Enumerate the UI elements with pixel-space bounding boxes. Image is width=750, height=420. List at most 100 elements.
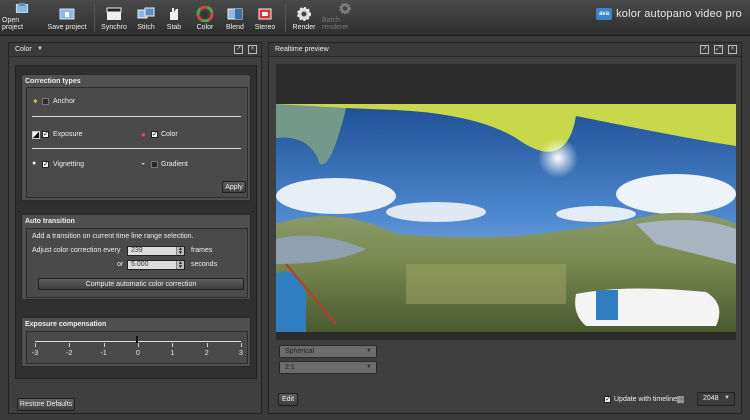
close-panel-icon[interactable]: × [248, 45, 257, 54]
update-with-timeline-checkbox[interactable]: ✓ [604, 396, 611, 403]
batch-gear-icon [339, 2, 351, 15]
toolbar-separator [94, 4, 95, 32]
correction-types-title: Correction types [25, 78, 81, 85]
restore-defaults-button[interactable]: Restore Defaults [17, 398, 75, 411]
gradient-icon: ◒ [141, 160, 146, 167]
grid-icon[interactable]: ▦ [676, 394, 685, 405]
projection-select[interactable]: Spherical ▼ [279, 345, 377, 358]
color-wheel-icon [196, 6, 214, 22]
stab-label: Stab [166, 24, 182, 31]
brand-name: kolor autopano video pro [616, 8, 742, 20]
open-project-label: Open project [2, 17, 24, 31]
adjust-every-label: Adjust color correction every [32, 247, 121, 254]
slider-tick-mark [69, 343, 71, 347]
toolbar-separator [285, 4, 286, 32]
chevron-down-icon: ▼ [366, 348, 372, 354]
color-checkbox[interactable]: ✓ [151, 131, 158, 138]
stitch-button[interactable]: Stitch [133, 2, 159, 34]
preview-viewport[interactable] [276, 64, 736, 340]
chevron-down-icon: ▼ [366, 364, 372, 370]
panorama-preview-image [276, 104, 736, 340]
vignetting-icon: ● [32, 160, 37, 167]
render-button[interactable]: Render [291, 2, 317, 34]
apply-button[interactable]: Apply [222, 181, 246, 193]
slider-tick-label: 2 [204, 350, 209, 357]
main-toolbar: Open project Save project Synchro Stitch… [0, 0, 750, 36]
brand: ava kolor autopano video pro [596, 8, 742, 20]
edit-button[interactable]: Edit [278, 393, 298, 406]
stitch-icon [137, 7, 155, 19]
synchro-button[interactable]: Synchro [100, 2, 128, 34]
color-dots-icon: ● [141, 130, 146, 139]
vignetting-checkbox[interactable]: ✓ [42, 161, 49, 168]
slider-tick-label: -2 [66, 350, 73, 357]
color-panel-title: Color [15, 46, 32, 53]
resolution-value: 2048 [703, 395, 719, 402]
save-project-label: Save project [47, 24, 87, 31]
update-with-timeline-label: Update with timeline [614, 396, 678, 403]
gradient-label: Gradient [161, 161, 188, 168]
frames-spinbox[interactable]: 239 ▲ ▼ [127, 246, 185, 256]
compute-color-correction-button[interactable]: Compute automatic color correction [38, 278, 244, 290]
batch-renderer-button[interactable]: Batch renderer [322, 2, 368, 34]
exposure-slider-track[interactable] [35, 341, 241, 342]
projection-value: Spherical [285, 348, 315, 355]
maximize-panel-icon[interactable]: ⤢ [714, 45, 723, 54]
ratio-value: 2:1 [285, 364, 295, 371]
preview-panel-header-icons: ↗ ⤢ × [700, 45, 737, 54]
auto-transition-inner: Add a transition on current time line ra… [26, 228, 248, 298]
open-project-icon [15, 2, 29, 13]
chevron-down-icon: ▼ [724, 395, 730, 401]
open-project-button[interactable]: Open project [2, 2, 42, 34]
or-label: or [117, 261, 124, 268]
save-project-icon [59, 8, 75, 20]
brand-logo: ava [596, 8, 613, 20]
batch-renderer-label: Batch renderer [322, 17, 349, 31]
synchro-label: Synchro [101, 24, 127, 31]
stereo-button[interactable]: Stereo [252, 2, 278, 34]
slider-tick-label: -1 [100, 350, 107, 357]
gear-icon [297, 7, 311, 21]
slider-tick-mark [172, 343, 174, 347]
anchor-checkbox[interactable] [42, 98, 49, 105]
ratio-select[interactable]: 2:1 ▼ [279, 361, 377, 374]
stitch-label: Stitch [137, 24, 155, 31]
correction-types-inner: ✦ Anchor ✓ Exposure ● ✓ Color ● ✓ Vignet… [26, 87, 248, 198]
slider-tick-mark [103, 343, 105, 347]
slider-tick-label: 1 [170, 350, 175, 357]
slider-tick-mark [138, 343, 139, 347]
gradient-checkbox[interactable] [151, 161, 158, 168]
auto-transition-description: Add a transition on current time line ra… [32, 233, 194, 240]
stab-button[interactable]: Stab [163, 2, 185, 34]
color-tool-button[interactable]: Color [193, 2, 217, 34]
seconds-unit-label: seconds [191, 261, 218, 268]
exposure-label: Exposure [53, 131, 83, 138]
exposure-slider-handle[interactable] [136, 336, 138, 343]
seconds-value: 5.000 [131, 261, 149, 268]
exposure-compensation-title: Exposure compensation [25, 321, 107, 328]
exposure-compensation-group: Exposure compensation -3 -2 -1 0 1 2 3 [21, 317, 251, 367]
frames-spin-arrows[interactable]: ▲ ▼ [176, 247, 184, 256]
close-panel-icon[interactable]: × [728, 45, 737, 54]
preview-panel-header: Realtime preview ↗ ⤢ × [269, 43, 741, 57]
resolution-select[interactable]: 2048 ▼ [697, 392, 735, 406]
color-panel: Color ▼ ↗ × Correction types ✦ Anchor ✓ … [8, 42, 262, 414]
detach-panel-icon[interactable]: ↗ [234, 45, 243, 54]
anchor-label: Anchor [53, 98, 76, 105]
detach-panel-icon[interactable]: ↗ [700, 45, 709, 54]
exposure-checkbox[interactable]: ✓ [42, 131, 49, 138]
seconds-spin-arrows[interactable]: ▲ ▼ [176, 261, 184, 270]
seconds-spinbox[interactable]: 5.000 ▲ ▼ [127, 260, 185, 270]
color-panel-header-icons: ↗ × [234, 45, 257, 54]
slider-tick-mark [241, 343, 242, 347]
frames-unit-label: frames [191, 247, 213, 254]
save-project-button[interactable]: Save project [46, 2, 88, 34]
divider [32, 116, 241, 117]
frames-value: 239 [131, 247, 143, 254]
color-label: Color [161, 131, 178, 138]
render-label: Render [292, 24, 316, 31]
blend-button[interactable]: Blend [223, 2, 247, 34]
panel-menu-dropdown-icon[interactable]: ▼ [37, 46, 43, 52]
stereo-icon [258, 8, 272, 20]
auto-transition-title: Auto transition [25, 218, 75, 225]
